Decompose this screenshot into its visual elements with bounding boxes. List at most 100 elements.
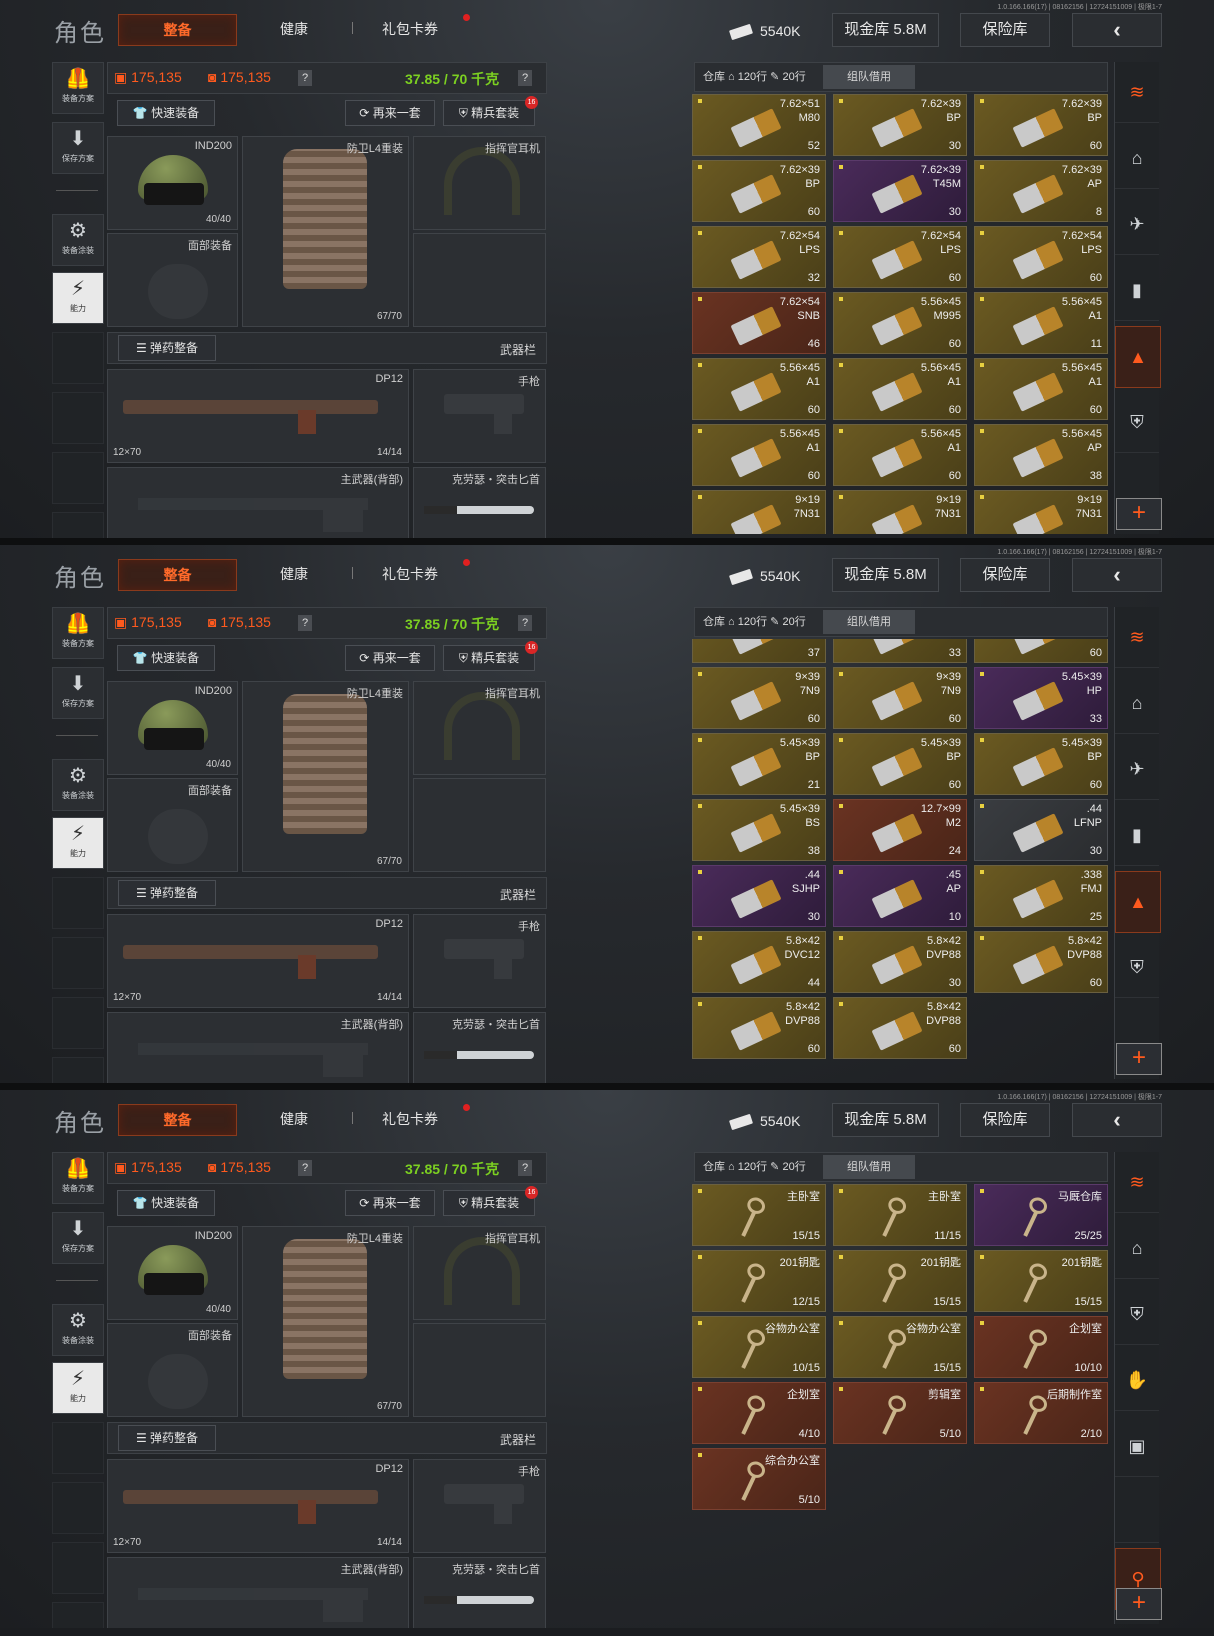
team-borrow-button[interactable]: 组队借用 — [823, 1155, 915, 1179]
storage-item[interactable]: 主卧室 11/15 — [833, 1184, 967, 1246]
ammo-prep-button[interactable]: ☰ 弹药整备 — [118, 335, 216, 361]
primary-weapon-slot[interactable]: DP12 12×70 14/14 — [107, 369, 409, 463]
storage-item[interactable]: 5.45×39 BS 38 — [692, 799, 826, 861]
storage-item[interactable]: 企划室 10/10 — [974, 1316, 1108, 1378]
ability-button[interactable]: ⚡ 能力 — [52, 817, 104, 869]
storage-tab[interactable]: 仓库 ⌂ 120行 ✎ 20行 — [703, 1153, 806, 1181]
save-button[interactable]: ⬇ 保存方案 — [52, 667, 104, 719]
quick-equip-button[interactable]: 👕 快速装备 — [117, 1190, 215, 1216]
category-0-icon[interactable]: ≋ — [1115, 607, 1159, 668]
category-5-icon[interactable]: ⛨ — [1115, 392, 1159, 453]
help-icon[interactable]: ? — [298, 615, 312, 631]
storage-item[interactable]: 5.45×39 HP 33 — [974, 667, 1108, 729]
ability-button[interactable]: ⚡ 能力 — [52, 272, 104, 324]
back-weapon-slot[interactable]: 主武器(背部) — [107, 467, 409, 538]
elite-set-button[interactable]: ⛨ 精兵套装 16 — [443, 641, 538, 671]
category-4-icon[interactable]: ▲ — [1115, 871, 1161, 933]
category-3-icon[interactable]: ▮ — [1115, 260, 1159, 321]
storage-item[interactable]: .44 LFNP 30 — [974, 799, 1108, 861]
headset-slot[interactable]: 指挥官耳机 — [413, 1226, 546, 1320]
loadout-button[interactable]: 🦺 装备方案 — [52, 1152, 104, 1204]
storage-item[interactable]: 马厩仓库 25/25 — [974, 1184, 1108, 1246]
primary-weapon-slot[interactable]: DP12 12×70 14/14 — [107, 1459, 409, 1553]
category-2-icon[interactable]: ✈ — [1115, 194, 1159, 255]
paint-button[interactable]: ⚙ 装备涂装 — [52, 214, 104, 266]
back-button[interactable]: ‹ — [1072, 13, 1162, 47]
team-borrow-button[interactable]: 组队借用 — [823, 65, 915, 89]
storage-item[interactable]: 5.45×39 BP 60 — [833, 733, 967, 795]
storage-item[interactable]: 7.62×54 SNB 46 — [692, 292, 826, 354]
storage-item[interactable]: 企划室 4/10 — [692, 1382, 826, 1444]
ability-button[interactable]: ⚡ 能力 — [52, 1362, 104, 1414]
pistol-slot[interactable]: 手枪 — [413, 914, 546, 1008]
storage-item[interactable]: 5.56×45 A1 60 — [833, 358, 967, 420]
storage-item[interactable]: 后期制作室 2/10 — [974, 1382, 1108, 1444]
category-2-icon[interactable]: ✈ — [1115, 739, 1159, 800]
face-slot[interactable]: 面部装备 — [107, 233, 238, 327]
storage-item[interactable]: 201钥匙 15/15 — [833, 1250, 967, 1312]
cash-vault-button[interactable]: 现金库 5.8M — [832, 1103, 939, 1137]
equip-again-button[interactable]: ⟳ 再来一套 — [345, 645, 435, 671]
storage-item[interactable]: 7.62×51 M80 52 — [692, 94, 826, 156]
back-weapon-slot[interactable]: 主武器(背部) — [107, 1557, 409, 1628]
tab-health[interactable]: 健康 — [268, 559, 320, 589]
storage-item[interactable]: 60 — [974, 639, 1108, 663]
back-button[interactable]: ‹ — [1072, 558, 1162, 592]
safe-button[interactable]: 保险库 — [960, 1103, 1050, 1137]
storage-item[interactable]: 12.7×99 M2 24 — [833, 799, 967, 861]
storage-item[interactable]: 7.62×39 T45M 30 — [833, 160, 967, 222]
storage-item[interactable]: 201钥匙 15/15 — [974, 1250, 1108, 1312]
category-5-icon[interactable]: ⛨ — [1115, 937, 1159, 998]
headset-slot[interactable]: 指挥官耳机 — [413, 681, 546, 775]
storage-item[interactable]: 7.62×54 LPS 60 — [833, 226, 967, 288]
weight-help-icon[interactable]: ? — [518, 615, 532, 631]
category-3-icon[interactable]: ✋ — [1115, 1350, 1159, 1411]
back-weapon-slot[interactable]: 主武器(背部) — [107, 1012, 409, 1083]
category-4-icon[interactable]: ▲ — [1115, 326, 1161, 388]
loadout-button[interactable]: 🦺 装备方案 — [52, 607, 104, 659]
headset-slot[interactable]: 指挥官耳机 — [413, 136, 546, 230]
elite-set-button[interactable]: ⛨ 精兵套装 16 — [443, 96, 538, 126]
pistol-slot[interactable]: 手枪 — [413, 369, 546, 463]
face-slot[interactable]: 面部装备 — [107, 1323, 238, 1417]
category-4-icon[interactable]: ▣ — [1115, 1416, 1159, 1477]
storage-item[interactable]: 7.62×39 AP 8 — [974, 160, 1108, 222]
help-icon[interactable]: ? — [298, 70, 312, 86]
empty-gear-slot[interactable] — [413, 778, 546, 872]
category-5-icon[interactable] — [1115, 1482, 1159, 1543]
category-1-icon[interactable]: ⌂ — [1115, 1218, 1159, 1279]
help-icon[interactable]: ? — [298, 1160, 312, 1176]
storage-item[interactable]: 33 — [833, 639, 967, 663]
knife-slot[interactable]: 克劳瑟・突击匕首 — [413, 467, 546, 538]
cash-vault-button[interactable]: 现金库 5.8M — [832, 13, 939, 47]
storage-item[interactable]: 9×19 7N31 — [833, 490, 967, 534]
tab-gift-cards[interactable]: 礼包卡券 — [375, 559, 445, 589]
knife-slot[interactable]: 克劳瑟・突击匕首 — [413, 1012, 546, 1083]
storage-item[interactable]: 201钥匙 12/15 — [692, 1250, 826, 1312]
quick-equip-button[interactable]: 👕 快速装备 — [117, 645, 215, 671]
storage-item[interactable]: 9×39 7N9 60 — [833, 667, 967, 729]
cash-vault-button[interactable]: 现金库 5.8M — [832, 558, 939, 592]
storage-item[interactable]: 综合办公室 5/10 — [692, 1448, 826, 1510]
storage-item[interactable]: 5.56×45 A1 60 — [974, 358, 1108, 420]
add-button[interactable]: + — [1116, 498, 1162, 530]
storage-item[interactable]: .338 FMJ 25 — [974, 865, 1108, 927]
storage-item[interactable]: 7.62×39 BP 30 — [833, 94, 967, 156]
storage-item[interactable]: 5.56×45 A1 60 — [833, 424, 967, 486]
save-button[interactable]: ⬇ 保存方案 — [52, 122, 104, 174]
storage-item[interactable]: 5.8×42 DVP88 60 — [833, 997, 967, 1059]
storage-item[interactable]: 7.62×39 BP 60 — [692, 160, 826, 222]
storage-item[interactable]: 5.8×42 DVP88 30 — [833, 931, 967, 993]
storage-item[interactable]: 5.45×39 BP 21 — [692, 733, 826, 795]
elite-set-button[interactable]: ⛨ 精兵套装 16 — [443, 1186, 538, 1216]
storage-item[interactable]: 7.62×54 LPS 32 — [692, 226, 826, 288]
tab-equip[interactable]: 整备 — [118, 1104, 237, 1136]
helmet-slot[interactable]: IND200 40/40 — [107, 1226, 238, 1320]
empty-gear-slot[interactable] — [413, 1323, 546, 1417]
armor-vest-slot[interactable]: 防卫L4重装 67/70 — [242, 136, 409, 327]
storage-item[interactable]: 谷物办公室 15/15 — [833, 1316, 967, 1378]
tab-health[interactable]: 健康 — [268, 14, 320, 44]
armor-vest-slot[interactable]: 防卫L4重装 67/70 — [242, 681, 409, 872]
category-3-icon[interactable]: ▮ — [1115, 805, 1159, 866]
storage-item[interactable]: 7.62×54 LPS 60 — [974, 226, 1108, 288]
